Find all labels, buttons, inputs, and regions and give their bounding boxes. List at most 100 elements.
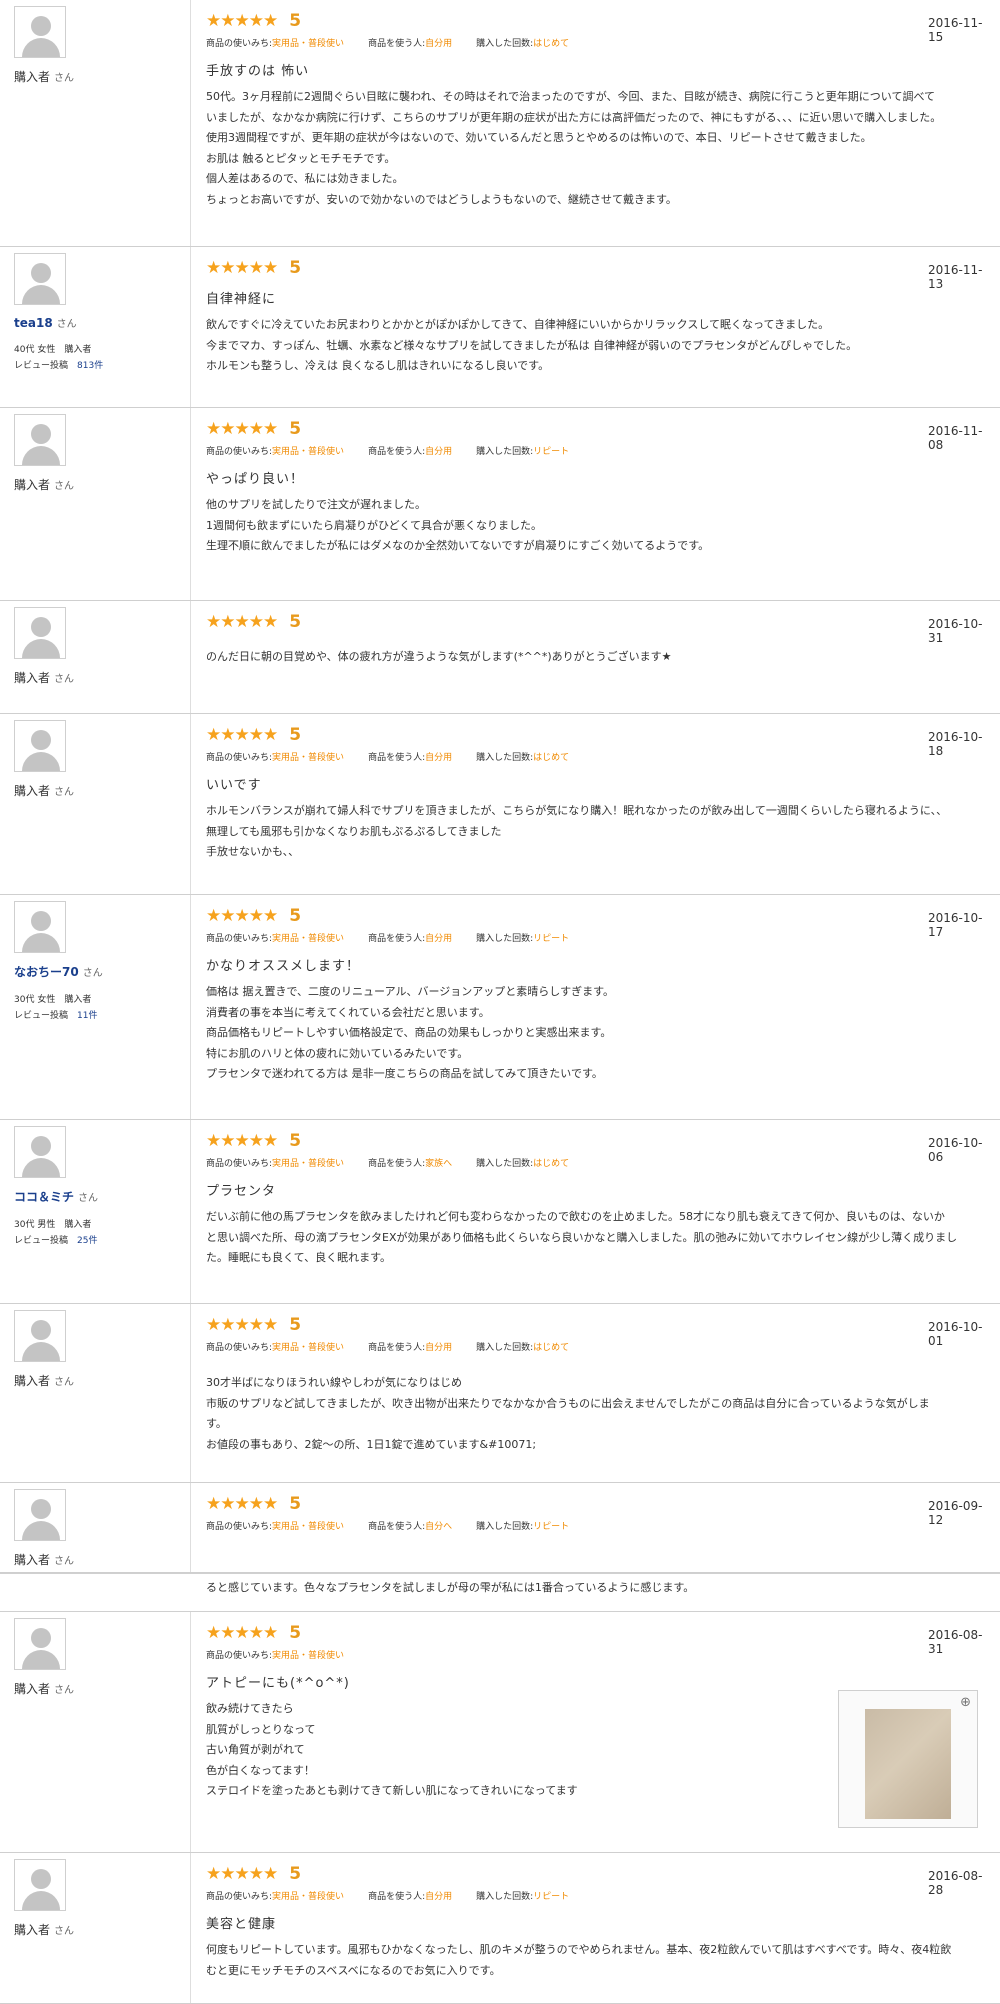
reviewer-name[interactable]: なおちー70 さん [14, 963, 194, 980]
purchase-tag-label: 商品の使いみち: [206, 753, 273, 763]
rating-score: 5 [289, 11, 302, 31]
reviewer-name[interactable]: tea18 さん [14, 315, 194, 330]
review-title: 美容と健康 [206, 1917, 277, 1932]
purchase-tag-value: 自分用 [425, 39, 453, 49]
review-date: 2016-10-01 [928, 1320, 983, 1348]
purchase-tag: 商品の使いみち:実用品・普段使い [206, 1892, 344, 1902]
reviewer-info: 購入者 さん [14, 414, 194, 493]
avatar [14, 1310, 66, 1362]
reviewer-meta-line: 40代 女性 購入者 [14, 342, 194, 358]
review-body: ★★★★★ 5 2016-10-18 商品の使いみち:実用品・普段使い 商品を使う人:自… [206, 724, 996, 863]
reviewer-name-text: 購入者 [14, 784, 51, 798]
review-count-link[interactable]: 813件 [77, 361, 103, 371]
review-text: ホルモンバランスが崩れて婦人科でサプリを頂きましたが、こちらが気になり購入！眠れ… [206, 801, 996, 863]
reviewer-name-text: 購入者 [14, 1682, 51, 1696]
reviewer-name: 購入者 さん [14, 782, 194, 799]
rating-stars-icon: ★★★★★ [206, 1131, 278, 1151]
reviewer-info: 購入者 さん [14, 720, 194, 799]
column-divider [190, 1304, 191, 1482]
reviewer-meta-line: レビュー投稿 11件 [14, 1008, 194, 1024]
review-text: 他のサプリを試したりで注文が遅れました。 1週間何も飲まずにいたら肩凝りがひどくて… [206, 495, 996, 557]
review-text-line: た。睡眠にも良くて、良く眠れます。 [206, 1251, 392, 1264]
review-text-line: お値段の事もあり、2錠～の所、1日1錠で進めています&#10071; [206, 1437, 537, 1451]
review-body: ★★★★★ 5 2016-09-12 商品の使いみち:実用品・普段使い 商品を使う人:自… [206, 1493, 996, 1534]
reviewer-name[interactable]: ココ＆ミチ さん [14, 1188, 194, 1205]
review-title: 自律神経に [206, 292, 277, 307]
purchase-tags: 商品の使いみち:実用品・普段使い 商品を使う人:自分用 購入した回数:はじめて [206, 1341, 996, 1355]
reviewer-name-text: 購入者 [14, 1374, 51, 1388]
rating-stars-icon: ★★★★★ [206, 612, 278, 632]
reviewer-name: 購入者 さん [14, 1680, 194, 1697]
purchase-tags: 商品の使いみち:実用品・普段使い 商品を使う人:自分用 購入した回数:はじめて [206, 751, 996, 765]
reviewer-info: 購入者 さん [14, 1859, 194, 1938]
purchase-tag-value: 自分用 [425, 1343, 453, 1353]
review-date: 2016-08-28 [928, 1869, 983, 1897]
review-text-line: 特にお肌のハリと体の疲れに効いているみたいです。 [206, 1046, 469, 1060]
rating-score: 5 [289, 1623, 302, 1643]
purchase-tag-label: 商品の使いみち: [206, 1343, 273, 1353]
purchase-tag: 商品を使う人:自分用 [368, 934, 452, 944]
purchase-tag-label: 商品を使う人: [368, 934, 426, 944]
review-title: やっぱり良い！ [206, 472, 305, 487]
reviewer-meta-text: レビュー投稿 [14, 1236, 78, 1246]
purchase-tag-value: はじめて [533, 39, 570, 49]
review-text-line: す。 [206, 1417, 227, 1430]
purchase-tag: 商品を使う人:自分へ [368, 1522, 452, 1532]
rating-stars-icon: ★★★★★ [206, 1623, 278, 1643]
column-divider [190, 1612, 191, 1852]
reviewer-name-text: 購入者 [14, 478, 51, 492]
purchase-tag-label: 商品を使う人: [368, 1159, 426, 1169]
review-card: ココ＆ミチ さん 30代 男性 購入者 レビュー投稿 25件 ★★★★★ 5 2016-10… [0, 1120, 1000, 1304]
review-text-line: いましたが、なかなか病院に行けず、こちらのサプリが更年期の症状が出た方には高評価… [206, 110, 942, 124]
purchase-tag-label: 商品の使いみち: [206, 447, 273, 457]
purchase-tag: 商品を使う人:自分用 [368, 753, 452, 763]
review-count-link[interactable]: 25件 [77, 1236, 97, 1246]
avatar-head [31, 1136, 51, 1156]
review-body: ★★★★★ 5 2016-11-13 自律神経に 飲んですぐに冷えていたお尻まわりとかか… [206, 257, 996, 377]
rating-stars-icon: ★★★★★ [206, 11, 278, 31]
avatar [14, 1859, 66, 1911]
reviewer-name-text: 購入者 [14, 671, 51, 685]
purchase-tag: 商品を使う人:自分用 [368, 1343, 452, 1353]
review-body: ★★★★★ 5 2016-10-31 のんだ日に朝の目覚めや、体の疲れ方が違うような気… [206, 611, 996, 668]
reviewer-suffix: さん [54, 1556, 75, 1567]
review-title: 手放すのは 怖い [206, 64, 310, 79]
avatar-head [31, 1628, 51, 1648]
review-text: だいぶ前に他の馬プラセンタを飲みましたけれど何も変わらなかったので飲むのを止めま… [206, 1207, 996, 1269]
avatar-body [22, 446, 60, 465]
avatar-body [22, 1342, 60, 1361]
column-divider [190, 1120, 191, 1303]
rating-score: 5 [289, 1315, 302, 1335]
purchase-tag-value: 自分用 [425, 1892, 453, 1902]
review-text-line: 30才半ばになりほうれい線やしわが気になりはじめ [206, 1376, 462, 1389]
reviewer-name-text[interactable]: なおちー70 [14, 965, 79, 979]
review-text: 50代。3ヶ月程前に2週間ぐらい目眩に襲われ、その時はそれで治まったのですが、今… [206, 87, 996, 210]
reviewer-name-text[interactable]: tea18 [14, 316, 53, 330]
reviewer-name-text[interactable]: ココ＆ミチ [14, 1190, 74, 1204]
purchase-tag: 商品の使いみち:実用品・普段使い [206, 1159, 344, 1169]
avatar-body [22, 38, 60, 57]
avatar [14, 253, 66, 305]
review-title: かなりオススメします！ [206, 959, 361, 974]
review-photo[interactable] [865, 1709, 951, 1819]
column-divider [190, 247, 191, 407]
purchase-tag-value: 実用品・普段使い [272, 1892, 345, 1902]
purchase-tag: 商品の使いみち:実用品・普段使い [206, 447, 344, 457]
review-image-thumbnail[interactable]: ⊕ [838, 1690, 978, 1828]
purchase-tag-label: 商品を使う人: [368, 1522, 426, 1532]
purchase-tag-value: 自分用 [425, 447, 453, 457]
magnifier-plus-icon[interactable]: ⊕ [960, 1695, 971, 1710]
review-text: 30才半ばになりほうれい線やしわが気になりはじめ 市販のサプリなど試してきましたが… [206, 1373, 996, 1455]
review-card: 購入者 さん ★★★★★ 5 2016-10-18 商品の使いみち:実用品・普段使い 商品を… [0, 714, 1000, 895]
review-count-link[interactable]: 11件 [77, 1011, 97, 1021]
review-card: 購入者 さん ★★★★★ 5 2016-11-08 商品の使いみち:実用品・普段使い 商品を… [0, 408, 1000, 601]
column-divider [190, 1853, 191, 2003]
rating-score: 5 [289, 725, 302, 745]
reviewer-meta: 30代 女性 購入者 レビュー投稿 11件 [14, 992, 194, 1024]
review-text-line: ホルモンも整うし、冷えは 良くなるし肌はきれいになるし良いです。 [206, 359, 550, 372]
review-text-line: 1週間何も飲まずにいたら肩凝りがひどくて具合が悪くなりました。 [206, 518, 543, 532]
column-divider [190, 895, 191, 1119]
rating-stars-icon: ★★★★★ [206, 258, 278, 278]
purchase-tag: 商品の使いみち:実用品・普段使い [206, 1522, 344, 1532]
reviewer-info: なおちー70 さん 30代 女性 購入者 レビュー投稿 11件 [14, 901, 194, 1024]
